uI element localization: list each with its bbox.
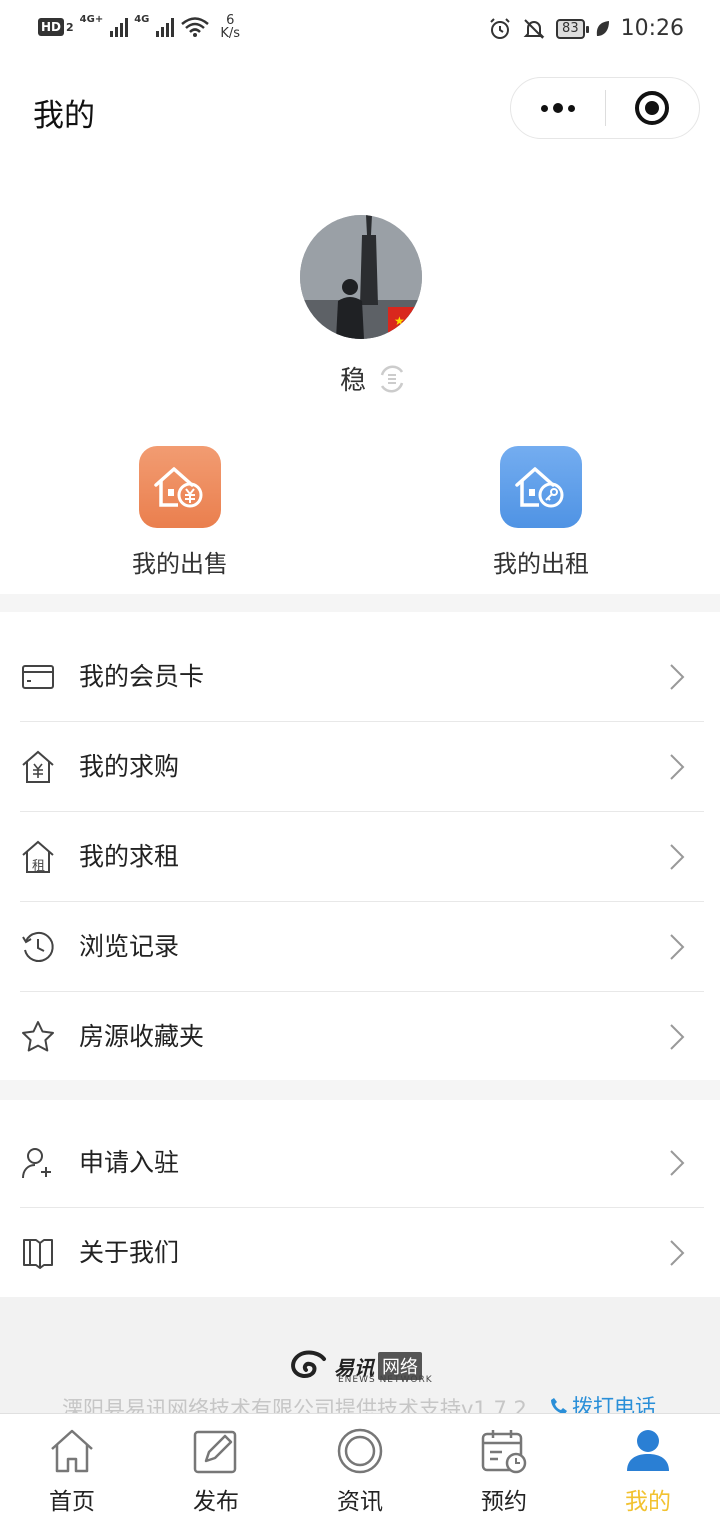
tab-mine[interactable]: 我的 bbox=[576, 1414, 720, 1520]
title-bar: 我的 bbox=[0, 62, 720, 158]
svg-text:★: ★ bbox=[394, 314, 405, 328]
chevron-right-icon bbox=[670, 754, 685, 780]
net2-label: 4G bbox=[134, 14, 150, 25]
call-label: 拨打电话 bbox=[572, 1395, 656, 1413]
miniprogram-capsule bbox=[510, 77, 700, 139]
brand-subtitle: ENEWS NETWORK bbox=[338, 1375, 433, 1385]
dot-icon bbox=[540, 104, 548, 112]
my-sale-shortcut[interactable]: 我的出售 bbox=[90, 446, 270, 579]
hd-sub: 2 bbox=[66, 20, 74, 34]
tab-news[interactable]: 资讯 bbox=[288, 1414, 432, 1520]
user-icon bbox=[627, 1430, 669, 1471]
target-icon bbox=[635, 91, 670, 125]
menu-label: 我的求购 bbox=[79, 752, 180, 781]
menu-item-history[interactable]: 浏览记录 bbox=[0, 902, 720, 992]
status-bar: HD 2 4G+ 4G 6 K/s 83 10:26 bbox=[0, 0, 720, 62]
edit-icon bbox=[193, 1430, 237, 1474]
menu-item-member-card[interactable]: 我的会员卡 bbox=[0, 632, 720, 722]
news-icon bbox=[337, 1428, 383, 1474]
switch-account-icon[interactable] bbox=[376, 363, 408, 395]
my-rent-shortcut[interactable]: 我的出租 bbox=[451, 446, 631, 579]
star-icon bbox=[22, 1021, 54, 1052]
house-yen-icon bbox=[139, 446, 221, 528]
signal-icon bbox=[110, 17, 129, 37]
close-miniprogram-button[interactable] bbox=[606, 77, 700, 139]
page-title: 我的 bbox=[33, 98, 95, 134]
menu-item-about-us[interactable]: 关于我们 bbox=[0, 1208, 720, 1298]
tab-label: 资讯 bbox=[337, 1489, 383, 1515]
house-rent-outline-icon: 租 bbox=[22, 840, 54, 874]
clock-time: 10:26 bbox=[620, 16, 684, 41]
chevron-right-icon bbox=[670, 1240, 685, 1266]
wifi-icon bbox=[181, 17, 210, 37]
support-text: 溧阳县易讯网络技术有限公司提供技术支持v1.7.2 bbox=[62, 1397, 527, 1413]
avatar-image: ★ bbox=[300, 215, 422, 339]
mute-bell-icon bbox=[523, 18, 545, 39]
tab-publish[interactable]: 发布 bbox=[144, 1414, 288, 1520]
card-icon bbox=[22, 665, 54, 689]
my-rent-label: 我的出租 bbox=[493, 550, 589, 578]
section-gap bbox=[0, 594, 720, 612]
history-clock-icon bbox=[22, 931, 54, 962]
dot-icon bbox=[567, 104, 575, 112]
home-icon bbox=[51, 1429, 93, 1473]
chevron-right-icon bbox=[670, 1150, 685, 1176]
menu-item-apply-join[interactable]: 申请入驻 bbox=[0, 1118, 720, 1208]
my-sale-label: 我的出售 bbox=[132, 550, 228, 578]
menu-label: 房源收藏夹 bbox=[79, 1022, 205, 1051]
menu-label: 浏览记录 bbox=[79, 932, 180, 961]
footer: 易讯 网络 ENEWS NETWORK 溧阳县易讯网络技术有限公司提供技术支持v… bbox=[0, 1297, 720, 1413]
enews-logo: 易讯 网络 ENEWS NETWORK bbox=[290, 1349, 432, 1385]
tab-label: 首页 bbox=[49, 1489, 95, 1515]
section-gap bbox=[0, 1080, 720, 1100]
house-key-icon bbox=[500, 446, 582, 528]
signal-icon bbox=[156, 17, 175, 37]
chevron-right-icon bbox=[670, 844, 685, 870]
menu-item-favorites[interactable]: 房源收藏夹 bbox=[0, 992, 720, 1082]
dot-icon bbox=[552, 103, 563, 113]
battery-indicator: 83 bbox=[556, 18, 589, 39]
tab-label: 发布 bbox=[193, 1489, 239, 1515]
tab-label: 我的 bbox=[625, 1489, 671, 1515]
username-row: 稳 bbox=[0, 360, 720, 397]
menu-label: 我的求租 bbox=[79, 842, 180, 871]
more-menu-button[interactable] bbox=[511, 77, 605, 139]
tab-label: 预约 bbox=[481, 1489, 527, 1515]
tab-home[interactable]: 首页 bbox=[0, 1414, 144, 1520]
alarm-icon bbox=[490, 17, 510, 39]
phone-icon bbox=[551, 1398, 567, 1413]
call-link[interactable]: 拨打电话 bbox=[550, 1391, 656, 1413]
chevron-right-icon bbox=[670, 934, 685, 960]
calendar-clock-icon bbox=[481, 1430, 527, 1474]
chevron-right-icon bbox=[670, 1024, 685, 1050]
hd-badge: HD bbox=[38, 18, 65, 36]
menu-label: 关于我们 bbox=[79, 1238, 180, 1267]
net-speed: 6 K/s bbox=[220, 14, 240, 40]
menu-group-2: 申请入驻 关于我们 bbox=[0, 1118, 720, 1298]
book-icon bbox=[23, 1239, 53, 1269]
menu-group-1: 我的会员卡 我的求购 租 我的求租 浏览记录 房源收藏夹 bbox=[0, 632, 720, 1082]
tab-bar: 首页 发布 资讯 预约 我的 bbox=[0, 1413, 720, 1520]
chevron-right-icon bbox=[670, 664, 685, 690]
user-add-icon bbox=[22, 1148, 51, 1179]
enews-swirl-icon bbox=[291, 1350, 326, 1378]
menu-label: 我的会员卡 bbox=[79, 662, 205, 691]
leaf-icon bbox=[596, 20, 609, 36]
speed-unit: K/s bbox=[220, 26, 241, 41]
tab-appointment[interactable]: 预约 bbox=[432, 1414, 576, 1520]
menu-item-want-rent[interactable]: 租 我的求租 bbox=[0, 812, 720, 902]
menu-label: 申请入驻 bbox=[79, 1148, 180, 1177]
house-yen-outline-icon bbox=[22, 750, 54, 783]
avatar[interactable]: ★ bbox=[300, 215, 422, 339]
svg-text:租: 租 bbox=[32, 859, 45, 874]
net1-label: 4G+ bbox=[79, 14, 104, 25]
username: 稳 bbox=[339, 366, 366, 396]
menu-item-want-buy[interactable]: 我的求购 bbox=[0, 722, 720, 812]
